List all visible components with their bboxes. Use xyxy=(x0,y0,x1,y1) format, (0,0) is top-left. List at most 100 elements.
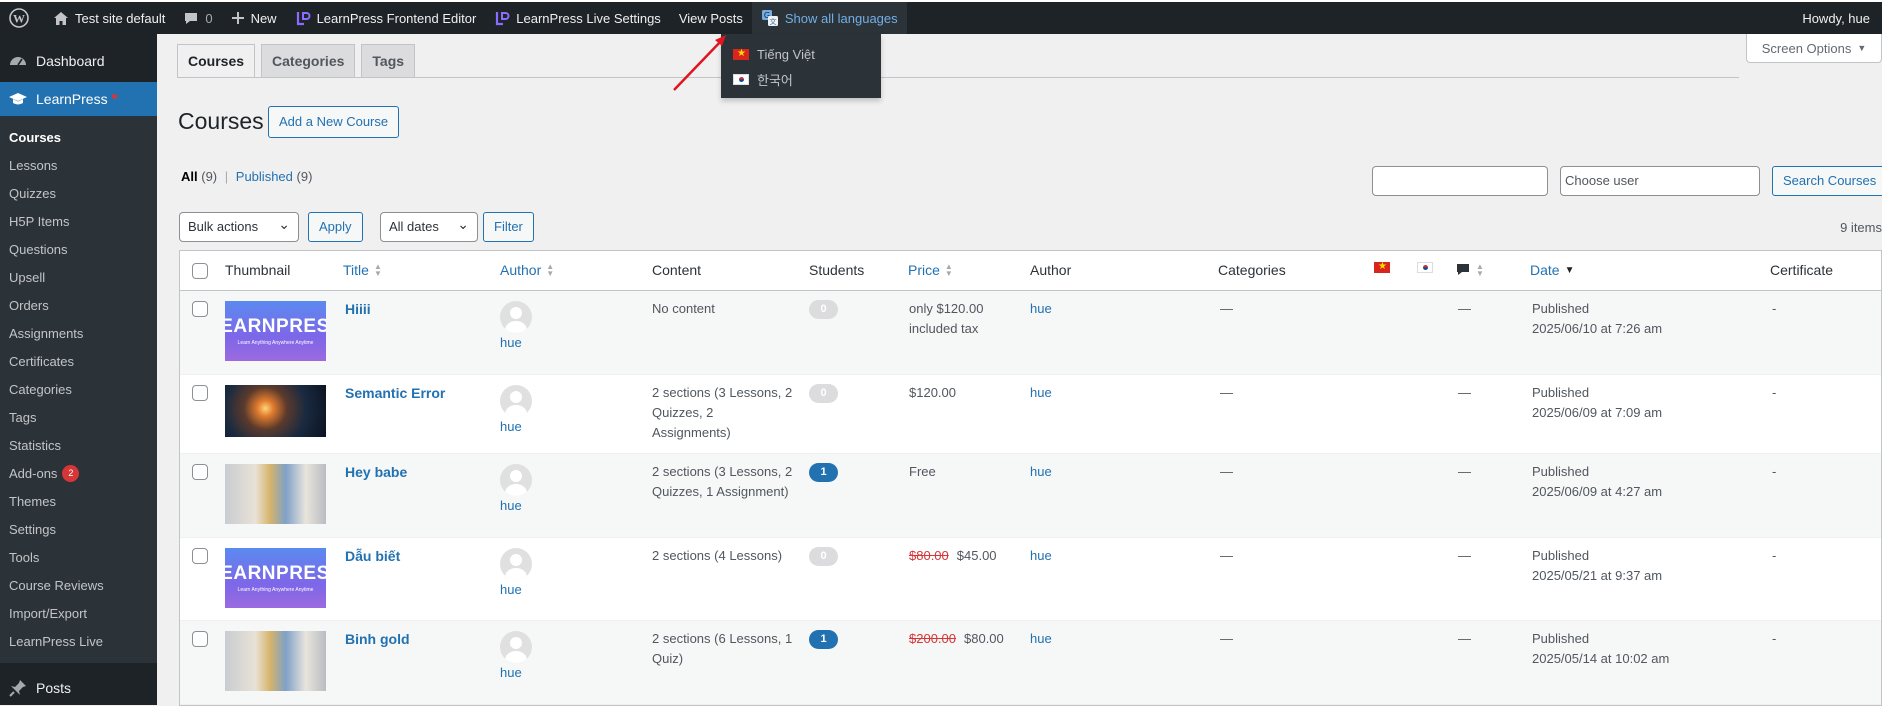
new-content-link[interactable]: New xyxy=(222,2,286,34)
certificate-cell: - xyxy=(1772,631,1777,646)
sidebar-item-orders[interactable]: Orders xyxy=(0,291,157,319)
screen-options-button[interactable]: Screen Options ▼ xyxy=(1746,34,1882,63)
lp-frontend-editor-link[interactable]: LearnPress Frontend Editor xyxy=(286,2,486,34)
filter-button[interactable]: Filter xyxy=(483,212,534,242)
sidebar-item-course-reviews[interactable]: Course Reviews xyxy=(0,571,157,599)
filter-all[interactable]: All (9) xyxy=(181,169,217,184)
choose-user-select[interactable]: Choose user xyxy=(1560,166,1760,196)
sidebar-item-learnpress[interactable]: LearnPress xyxy=(0,82,157,116)
sidebar-item-assignments[interactable]: Assignments xyxy=(0,319,157,347)
tab-categories[interactable]: Categories xyxy=(261,44,356,78)
comments-link[interactable]: 0 xyxy=(174,2,221,34)
sidebar-item-learnpress-live[interactable]: LearnPress Live xyxy=(0,627,157,655)
add-new-course-button[interactable]: Add a New Course xyxy=(268,106,400,138)
course-title-link[interactable]: Hey babe xyxy=(345,462,407,482)
course-thumbnail[interactable] xyxy=(225,385,326,437)
tab-courses[interactable]: Courses xyxy=(177,44,256,78)
column-title[interactable]: Title ▲ ▼ xyxy=(343,262,382,278)
learnpress-logo-icon xyxy=(296,12,311,26)
select-all-checkbox[interactable] xyxy=(192,263,208,279)
author-link[interactable]: hue xyxy=(1030,462,1052,482)
search-input[interactable] xyxy=(1372,166,1548,196)
avatar xyxy=(500,548,532,580)
wordpress-logo-icon[interactable]: W xyxy=(0,2,44,34)
author-link[interactable]: hue xyxy=(1030,383,1052,403)
row-checkbox[interactable] xyxy=(192,301,208,317)
apply-button[interactable]: Apply xyxy=(308,212,363,242)
comments-cell: — xyxy=(1458,464,1471,479)
students-count-badge: 0 xyxy=(809,547,838,566)
author-link[interactable]: hue xyxy=(500,496,522,516)
items-count: 9 items xyxy=(1840,220,1882,235)
sale-price: $80.00 xyxy=(964,631,1004,646)
row-checkbox[interactable] xyxy=(192,385,208,401)
price-cell: Free xyxy=(909,464,936,479)
sidebar-item-add-ons[interactable]: Add-ons 2 xyxy=(0,459,157,487)
comment-icon xyxy=(1457,264,1469,275)
sidebar-item-h5p-items[interactable]: H5P Items xyxy=(0,207,157,235)
row-checkbox[interactable] xyxy=(192,631,208,647)
author-link[interactable]: hue xyxy=(1030,546,1052,566)
table-header: Thumbnail Title ▲ ▼ Author ▲ ▼ Content Stude… xyxy=(180,251,1881,291)
bulk-actions-select[interactable]: Bulk actions xyxy=(179,210,299,242)
sort-icon: ▲ ▼ xyxy=(546,262,555,278)
course-title-link[interactable]: Dẫu biết xyxy=(345,546,400,566)
sidebar-item-tools[interactable]: Tools xyxy=(0,543,157,571)
date-cell: Published 2025/05/21 at 9:37 am xyxy=(1532,548,1663,583)
site-name-link[interactable]: Test site default xyxy=(44,2,174,34)
course-thumbnail[interactable] xyxy=(225,464,326,524)
author-link[interactable]: hue xyxy=(500,663,522,683)
sidebar-item-statistics[interactable]: Statistics xyxy=(0,431,157,459)
course-title-link[interactable]: Semantic Error xyxy=(345,383,445,403)
search-courses-button[interactable]: Search Courses xyxy=(1772,166,1882,196)
course-title-link[interactable]: Binh gold xyxy=(345,629,410,649)
students-count-badge: 1 xyxy=(809,630,838,649)
view-posts-label: View Posts xyxy=(678,10,743,26)
sidebar-item-import-export[interactable]: Import/Export xyxy=(0,599,157,627)
column-date[interactable]: Date ▼ xyxy=(1530,262,1574,278)
sidebar-item-tags[interactable]: Tags xyxy=(0,403,157,431)
language-item-korean[interactable]: 한국어 xyxy=(733,67,869,92)
author-link[interactable]: hue xyxy=(500,580,522,600)
sidebar-item-categories[interactable]: Categories xyxy=(0,375,157,403)
column-price[interactable]: Price ▲ ▼ xyxy=(908,262,953,278)
sidebar-item-posts[interactable]: Posts xyxy=(0,671,157,705)
sidebar-item-dashboard[interactable]: Dashboard xyxy=(0,44,157,78)
column-comments[interactable]: ▲ ▼ xyxy=(1455,262,1484,277)
column-author[interactable]: Author ▲ ▼ xyxy=(500,262,554,278)
dates-select[interactable]: All dates xyxy=(380,210,478,242)
course-thumbnail[interactable]: LEARNPRESSLearn Anything Anywhere Anytim… xyxy=(225,301,326,361)
my-account-link[interactable]: Howdy, hue xyxy=(1793,2,1882,34)
sidebar-item-settings[interactable]: Settings xyxy=(0,515,157,543)
sidebar-item-quizzes[interactable]: Quizzes xyxy=(0,179,157,207)
sidebar-item-courses[interactable]: Courses xyxy=(0,123,157,151)
show-all-languages-link[interactable]: G文 Show all languages xyxy=(751,2,907,34)
row-checkbox[interactable] xyxy=(192,464,208,480)
author-link[interactable]: hue xyxy=(1030,299,1052,319)
author-link[interactable]: hue xyxy=(500,417,522,437)
sort-icon: ▲ ▼ xyxy=(373,262,382,278)
language-item-vietnamese[interactable]: Tiếng Việt xyxy=(733,42,869,67)
tab-tags[interactable]: Tags xyxy=(361,44,416,78)
original-price: $80.00 xyxy=(909,548,949,563)
date-cell: Published 2025/06/10 at 7:26 am xyxy=(1532,301,1663,336)
sidebar-item-certificates[interactable]: Certificates xyxy=(0,347,157,375)
admin-bar: W Test site default 0 New LearnPress Fro… xyxy=(0,0,1882,34)
table-row: LEARNPRESSLearn Anything Anywhere Anytim… xyxy=(180,291,1881,375)
course-title-link[interactable]: Hiiii xyxy=(345,299,371,319)
table-row: Hey babe hue 2 sections (3 Lessons, 2 Qui… xyxy=(180,454,1881,538)
author-link[interactable]: hue xyxy=(1030,629,1052,649)
admin-sidebar: Dashboard LearnPress Courses Lessons Qui… xyxy=(0,34,157,705)
sidebar-item-themes[interactable]: Themes xyxy=(0,487,157,515)
lp-live-settings-link[interactable]: LearnPress Live Settings xyxy=(485,2,670,34)
sidebar-item-questions[interactable]: Questions xyxy=(0,235,157,263)
row-checkbox[interactable] xyxy=(192,548,208,564)
addons-count-badge: 2 xyxy=(62,464,80,482)
course-thumbnail[interactable] xyxy=(225,631,326,691)
course-thumbnail[interactable]: LEARNPRESSLearn Anything Anywhere Anytim… xyxy=(225,548,326,608)
date-cell: Published 2025/05/14 at 10:02 am xyxy=(1532,631,1670,666)
sidebar-item-lessons[interactable]: Lessons xyxy=(0,151,157,179)
author-link[interactable]: hue xyxy=(500,333,522,353)
filter-published[interactable]: Published (9) xyxy=(236,169,313,184)
sidebar-item-upsell[interactable]: Upsell xyxy=(0,263,157,291)
